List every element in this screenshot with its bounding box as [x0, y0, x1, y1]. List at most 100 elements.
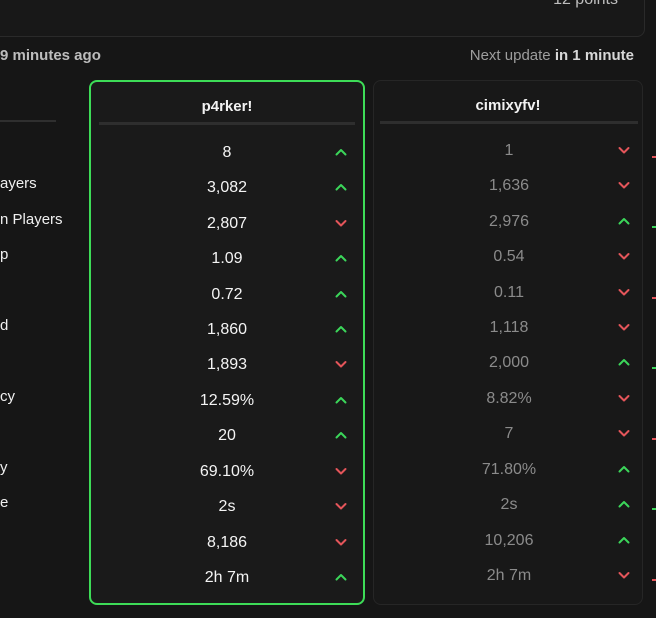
column-divider	[380, 121, 638, 124]
points-panel: 12 points	[0, 0, 645, 37]
stat-label: p	[0, 246, 9, 263]
stat-label: cy	[0, 388, 15, 405]
edge-mark	[652, 297, 656, 299]
chevron-down-icon	[334, 357, 348, 371]
stat-row: 2,000	[374, 349, 642, 377]
stat-row: 8.82%	[374, 385, 642, 413]
stat-row: 1,636	[374, 172, 642, 200]
points-label: 12 points	[553, 0, 618, 9]
stat-row: 2h 7m	[374, 562, 642, 590]
stat-row: 1,893	[91, 351, 363, 379]
player-column-cimixyfv[interactable]: cimixyfv! 1 1,636 2,976 0.54 0.11 1,118 2,000 8…	[373, 80, 643, 605]
edge-mark	[652, 579, 656, 581]
stat-value: 1,860	[206, 321, 248, 338]
last-updated-label: 9 minutes ago	[0, 47, 101, 64]
stat-value: 2s	[500, 496, 518, 513]
stat-row: 8,186	[91, 529, 363, 557]
chevron-down-icon	[334, 499, 348, 513]
edge-mark	[652, 438, 656, 440]
chevron-down-icon	[617, 285, 631, 299]
stat-label: y	[0, 459, 8, 476]
next-update-prefix: Next update	[469, 47, 551, 64]
column-player-name[interactable]: p4rker!	[91, 98, 363, 115]
stat-value: 71.80%	[481, 461, 537, 478]
chevron-up-icon	[617, 355, 631, 369]
stat-value: 2s	[218, 498, 236, 515]
stat-row: 2s	[91, 493, 363, 521]
stat-value: 2h 7m	[204, 569, 250, 586]
stat-label: e	[0, 494, 9, 511]
edge-mark	[652, 508, 656, 510]
chevron-up-icon	[617, 462, 631, 476]
stat-value: 20	[218, 427, 236, 444]
chevron-up-icon	[617, 214, 631, 228]
stat-value: 1,118	[489, 319, 529, 336]
stat-value: 10,206	[484, 532, 534, 549]
stat-row: 71.80%	[374, 456, 642, 484]
stat-value: 1.09	[211, 250, 243, 267]
chevron-up-icon	[334, 251, 348, 265]
stat-value: 8.82%	[486, 390, 532, 407]
stat-label: d	[0, 317, 9, 334]
stat-value: 0.54	[493, 248, 525, 265]
stat-row: 0.72	[91, 281, 363, 309]
chevron-down-icon	[617, 178, 631, 192]
chevron-up-icon	[334, 428, 348, 442]
stat-row: 10,206	[374, 527, 642, 555]
chevron-up-icon	[334, 322, 348, 336]
stat-value: 0.11	[494, 284, 524, 301]
stat-row: 7	[374, 420, 642, 448]
stat-value: 8	[222, 144, 232, 161]
chevron-down-icon	[617, 320, 631, 334]
stat-value: 7	[504, 425, 514, 442]
chevron-down-icon	[334, 216, 348, 230]
stat-value: 3,082	[206, 179, 248, 196]
chevron-up-icon	[617, 533, 631, 547]
stat-row: 2,807	[91, 210, 363, 238]
chevron-down-icon	[617, 249, 631, 263]
chevron-down-icon	[617, 426, 631, 440]
edge-mark	[652, 226, 656, 228]
stat-value: 2,807	[206, 215, 248, 232]
edge-mark	[652, 156, 656, 158]
chevron-down-icon	[334, 464, 348, 478]
chevron-down-icon	[617, 391, 631, 405]
next-update-label: Next update in 1 minute	[470, 47, 634, 64]
last-updated-text: 9 minutes ago	[0, 47, 101, 64]
stat-row: 2h 7m	[91, 564, 363, 592]
next-update-value: in 1 minute	[554, 47, 634, 64]
chevron-up-icon	[334, 393, 348, 407]
stat-row: 20	[91, 422, 363, 450]
column-player-name[interactable]: cimixyfv!	[374, 97, 642, 114]
stat-label: n Players	[0, 211, 63, 228]
stat-row: 1	[374, 137, 642, 165]
stat-row: 8	[91, 139, 363, 167]
column-divider	[99, 122, 355, 125]
stat-row: 1.09	[91, 245, 363, 273]
stat-value: 0.72	[211, 286, 243, 303]
chevron-down-icon	[617, 568, 631, 582]
stat-value: 1	[504, 142, 514, 159]
chevron-up-icon	[334, 145, 348, 159]
stat-label: ayers	[0, 175, 37, 192]
stat-value: 2,000	[488, 354, 530, 371]
stat-value: 1,893	[206, 356, 248, 373]
chevron-up-icon	[334, 570, 348, 584]
chevron-up-icon	[334, 287, 348, 301]
stat-value: 12.59%	[199, 392, 255, 409]
stat-value: 69.10%	[199, 463, 255, 480]
stat-row: 1,118	[374, 314, 642, 342]
stat-value: 2,976	[488, 213, 530, 230]
player-column-p4rker[interactable]: p4rker! 8 3,082 2,807 1.09 0.72 1,860 1,893 12.…	[89, 80, 365, 605]
stat-value: 2h 7m	[486, 567, 532, 584]
stat-row: 69.10%	[91, 458, 363, 486]
stat-row: 3,082	[91, 174, 363, 202]
stat-row: 2s	[374, 491, 642, 519]
stat-row: 2,976	[374, 208, 642, 236]
stat-row: 12.59%	[91, 387, 363, 415]
chevron-down-icon	[617, 143, 631, 157]
stat-value: 8,186	[206, 534, 248, 551]
stat-value: 1,636	[488, 177, 530, 194]
labels-divider	[0, 120, 56, 122]
chevron-down-icon	[334, 535, 348, 549]
